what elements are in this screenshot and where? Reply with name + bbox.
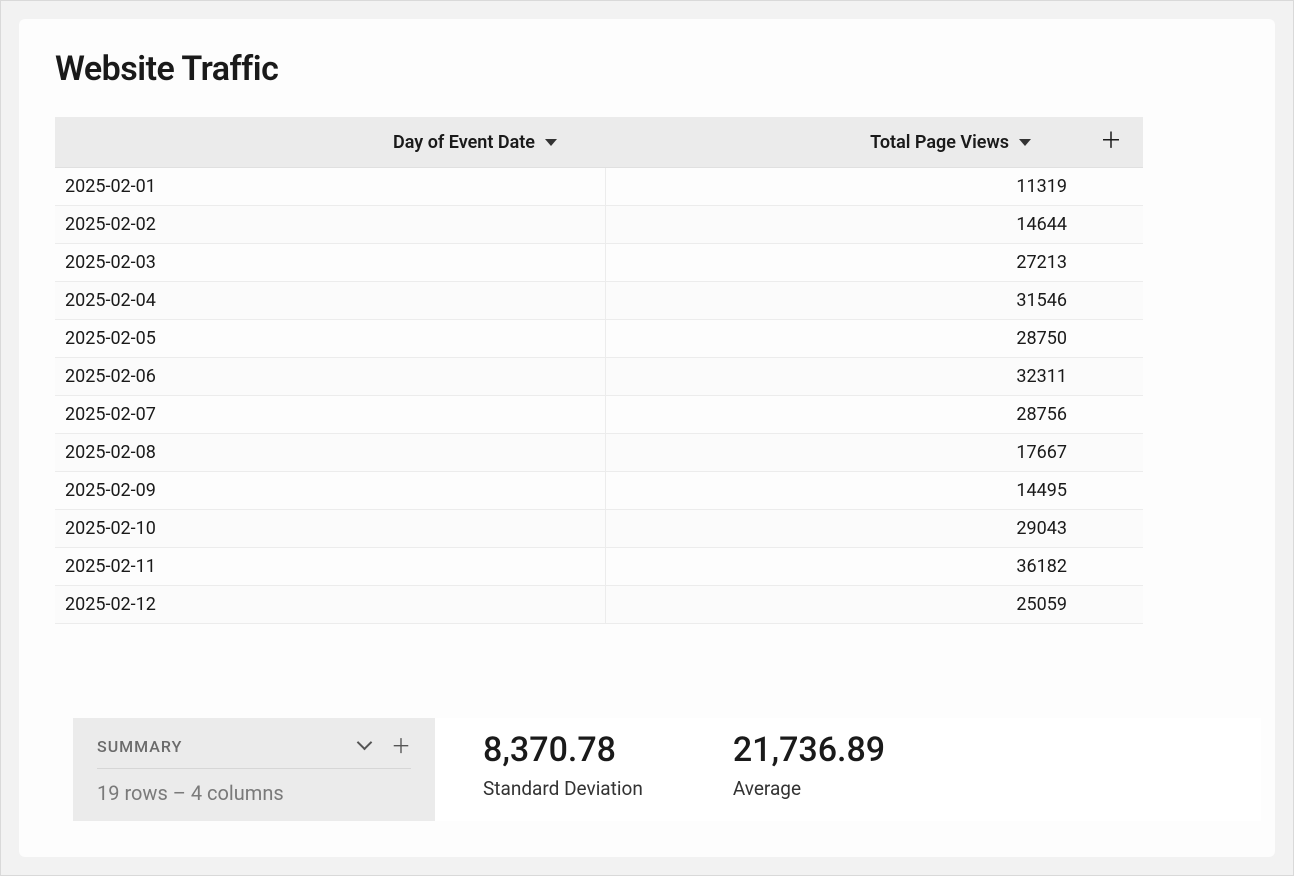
cell-empty [1079,472,1143,510]
cell-views[interactable]: 28756 [605,396,1079,434]
table-row[interactable]: 2025-02-0817667 [55,434,1143,472]
content-card: Website Traffic Day of Event Date [19,19,1275,857]
metric-value: 21,736.89 [733,732,885,769]
column-header-views[interactable]: Total Page Views [605,117,1079,168]
cell-views[interactable]: 17667 [605,434,1079,472]
cell-empty [1079,244,1143,282]
data-table: Day of Event Date Total Page Views ＋ [55,117,1143,624]
table-row[interactable]: 2025-02-0728756 [55,396,1143,434]
cell-date[interactable]: 2025-02-01 [55,168,605,206]
cell-date[interactable]: 2025-02-07 [55,396,605,434]
table-row[interactable]: 2025-02-1225059 [55,586,1143,624]
table-row[interactable]: 2025-02-0214644 [55,206,1143,244]
cell-date[interactable]: 2025-02-03 [55,244,605,282]
cell-date[interactable]: 2025-02-10 [55,510,605,548]
summary-bar: SUMMARY ＋ 19 rows – 4 columns 8,370.78 S… [73,718,1261,821]
column-header-date-label: Day of Event Date [393,132,535,153]
table-row[interactable]: 2025-02-0528750 [55,320,1143,358]
cell-views[interactable]: 31546 [605,282,1079,320]
cell-views[interactable]: 29043 [605,510,1079,548]
column-header-views-label: Total Page Views [870,132,1009,153]
table-row[interactable]: 2025-02-0914495 [55,472,1143,510]
cell-date[interactable]: 2025-02-08 [55,434,605,472]
add-column-button[interactable]: ＋ [1079,117,1143,168]
table-row[interactable]: 2025-02-0111319 [55,168,1143,206]
cell-empty [1079,586,1143,624]
cell-empty [1079,320,1143,358]
cell-date[interactable]: 2025-02-12 [55,586,605,624]
page-title: Website Traffic [55,49,1239,89]
column-header-date[interactable]: Day of Event Date [55,117,605,168]
caret-down-icon [1019,139,1031,146]
metric-label: Average [733,777,885,800]
cell-date[interactable]: 2025-02-11 [55,548,605,586]
cell-empty [1079,168,1143,206]
table-row[interactable]: 2025-02-0632311 [55,358,1143,396]
cell-views[interactable]: 36182 [605,548,1079,586]
cell-views[interactable]: 32311 [605,358,1079,396]
cell-date[interactable]: 2025-02-06 [55,358,605,396]
cell-empty [1079,206,1143,244]
table-row[interactable]: 2025-02-0431546 [55,282,1143,320]
table-row[interactable]: 2025-02-1029043 [55,510,1143,548]
cell-views[interactable]: 11319 [605,168,1079,206]
cell-empty [1079,358,1143,396]
chevron-down-icon[interactable] [359,739,373,753]
metric-stddev: 8,370.78 Standard Deviation [483,732,643,800]
cell-empty [1079,434,1143,472]
summary-label: SUMMARY [97,737,182,756]
metric-label: Standard Deviation [483,777,643,800]
metric-average: 21,736.89 Average [733,732,885,800]
summary-subtext: 19 rows – 4 columns [97,781,411,805]
cell-empty [1079,396,1143,434]
cell-views[interactable]: 25059 [605,586,1079,624]
cell-empty [1079,510,1143,548]
metric-value: 8,370.78 [483,732,643,769]
cell-views[interactable]: 28750 [605,320,1079,358]
data-table-wrap: Day of Event Date Total Page Views ＋ [55,117,1143,624]
cell-views[interactable]: 27213 [605,244,1079,282]
plus-icon: ＋ [1100,129,1122,154]
table-row[interactable]: 2025-02-1136182 [55,548,1143,586]
cell-empty [1079,282,1143,320]
table-row[interactable]: 2025-02-0327213 [55,244,1143,282]
summary-panel: SUMMARY ＋ 19 rows – 4 columns [73,718,435,821]
cell-date[interactable]: 2025-02-02 [55,206,605,244]
cell-date[interactable]: 2025-02-09 [55,472,605,510]
summary-metrics: 8,370.78 Standard Deviation 21,736.89 Av… [435,718,1261,821]
caret-down-icon [545,139,557,146]
plus-icon[interactable]: ＋ [391,736,411,756]
cell-date[interactable]: 2025-02-04 [55,282,605,320]
cell-views[interactable]: 14644 [605,206,1079,244]
cell-views[interactable]: 14495 [605,472,1079,510]
cell-date[interactable]: 2025-02-05 [55,320,605,358]
cell-empty [1079,548,1143,586]
app-frame: Website Traffic Day of Event Date [0,0,1294,876]
